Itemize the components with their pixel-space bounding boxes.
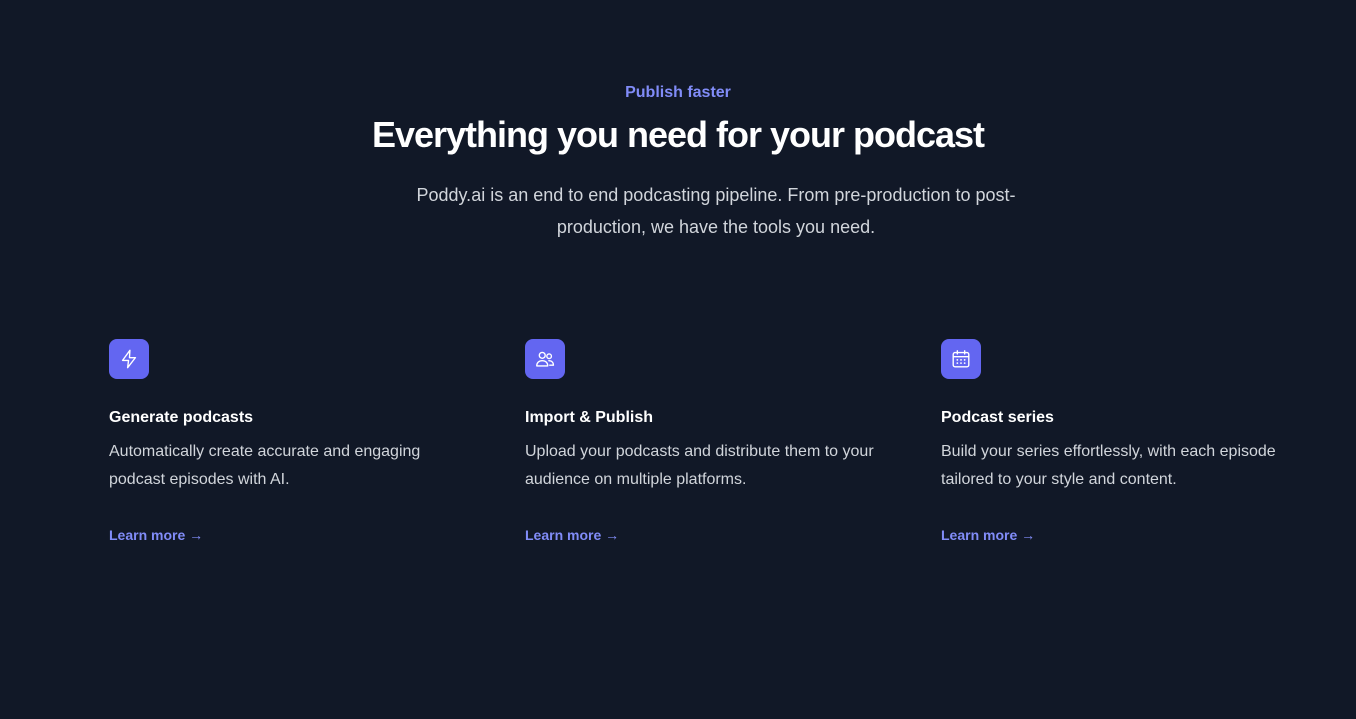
feature-title: Generate podcasts [109, 409, 254, 426]
feature-title: Podcast series [941, 409, 1054, 426]
feature-title: Import & Publish [525, 409, 653, 426]
eyebrow-label: Publish faster [625, 84, 731, 101]
section-subtitle: Poddy.ai is an end to end podcasting pip… [416, 185, 1016, 237]
learn-more-link[interactable]: Learn more → [941, 525, 1035, 545]
section-title: Everything you need for your podcast [371, 114, 985, 155]
users-icon [525, 339, 565, 379]
feature-podcast-series: Podcast series Build your series effortl… [941, 339, 1311, 545]
calendar-icon [941, 339, 981, 379]
feature-description: Upload your podcasts and distribute them… [525, 443, 874, 488]
feature-description: Build your series effortlessly, with eac… [941, 443, 1276, 488]
learn-more-link[interactable]: Learn more → [525, 525, 619, 545]
feature-import-publish: Import & Publish Upload your podcasts an… [525, 339, 895, 545]
feature-generate-podcasts: Generate podcasts Automatically create a… [109, 339, 479, 545]
learn-more-link[interactable]: Learn more → [109, 525, 203, 545]
feature-description: Automatically create accurate and engagi… [109, 443, 421, 488]
lightning-bolt-icon [109, 339, 149, 379]
